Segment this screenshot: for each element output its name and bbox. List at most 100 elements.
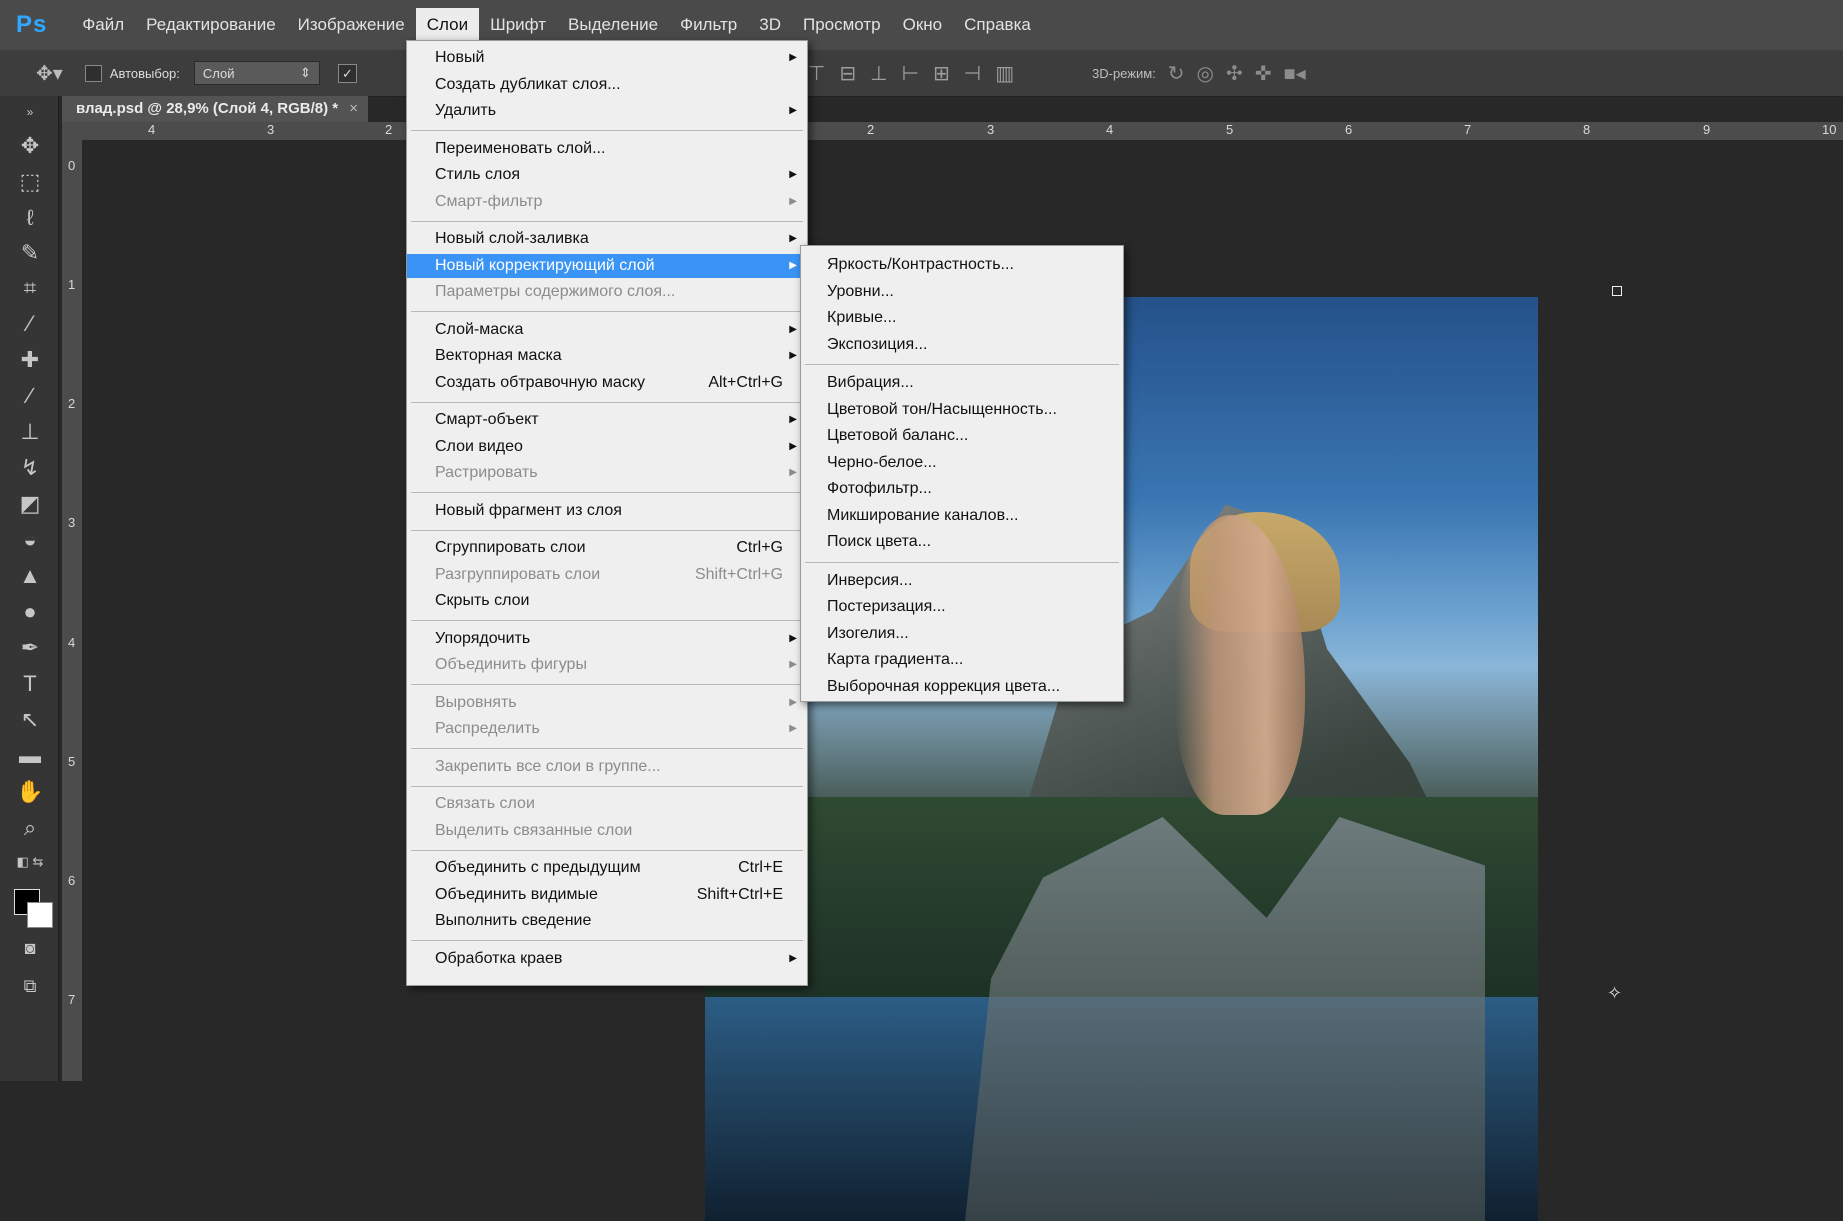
menu-item[interactable]: Выделить связанные слои <box>407 819 807 843</box>
menu-item[interactable]: Кривые... <box>801 306 1123 330</box>
slide-3d-icon[interactable]: ✜ <box>1255 61 1272 86</box>
menu-type[interactable]: Шрифт <box>479 8 557 42</box>
close-tab-icon[interactable]: × <box>349 96 358 122</box>
auto-align-icon[interactable]: ▥ <box>995 61 1014 86</box>
menu-file[interactable]: Файл <box>71 8 135 42</box>
show-transform-checkbox[interactable]: ✓ <box>337 63 357 83</box>
menu-item[interactable]: Черно-белое... <box>801 451 1123 475</box>
menu-item[interactable]: Переименовать слой... <box>407 137 807 161</box>
menu-window[interactable]: Окно <box>892 8 954 42</box>
align-top-icon[interactable]: ⊤ <box>808 61 825 86</box>
menu-item[interactable]: Новый ▶ <box>407 46 807 70</box>
align-left-icon[interactable]: ⊢ <box>902 61 919 86</box>
menu-item[interactable]: Связать слои <box>407 792 807 816</box>
align-center-icon[interactable]: ⊞ <box>933 61 950 86</box>
path-selection-tool-icon[interactable]: ↖ <box>16 706 44 734</box>
screen-mode-icon[interactable]: ⧉ <box>16 972 44 1000</box>
quick-mask-icon[interactable]: ◙ <box>16 934 44 962</box>
rectangle-tool-icon[interactable]: ▬ <box>16 742 44 770</box>
eraser-tool-icon[interactable]: ◩ <box>16 490 44 518</box>
menu-item[interactable]: Сгруппировать слои Ctrl+G <box>407 536 807 560</box>
document-tab[interactable]: влад.psd @ 28,9% (Слой 4, RGB/8) * × <box>62 96 368 122</box>
menu-item[interactable]: Удалить ▶ <box>407 99 807 123</box>
type-tool-icon[interactable]: T <box>16 670 44 698</box>
menu-item[interactable]: Новый корректирующий слой ▶ <box>407 253 807 278</box>
panel-collapse-icon[interactable]: » <box>16 98 44 126</box>
ruler-vertical[interactable]: 0 1 2 3 4 5 6 7 <box>62 140 83 1081</box>
rotate-3d-icon[interactable]: ↻ <box>1168 61 1185 86</box>
menu-item[interactable]: Объединить с предыдущим Ctrl+E <box>407 856 807 880</box>
move-tool-preset-icon[interactable]: ✥▾ <box>36 61 63 86</box>
auto-select-dropdown[interactable]: Слой ⇕ <box>193 61 320 85</box>
move-tool-icon[interactable]: ✥ <box>16 132 44 160</box>
menu-item[interactable]: Обработка краев ▶ <box>407 947 807 971</box>
menu-item[interactable]: Выборочная коррекция цвета... <box>801 675 1123 699</box>
menu-item[interactable]: Распределить ▶ <box>407 717 807 741</box>
auto-select-checkbox[interactable] <box>84 64 102 82</box>
menu-item[interactable]: Смарт-фильтр ▶ <box>407 190 807 214</box>
paint-bucket-tool-icon[interactable]: ◒ <box>16 526 44 554</box>
scale-3d-icon[interactable]: ■◂ <box>1284 61 1306 86</box>
menu-item[interactable]: Слои видео ▶ <box>407 435 807 459</box>
transform-handle[interactable] <box>1612 286 1622 296</box>
ruler-horizontal[interactable]: 4 3 2 2 3 4 5 6 7 8 9 10 <box>62 122 1843 141</box>
menu-item[interactable]: Объединить фигуры ▶ <box>407 653 807 677</box>
history-brush-tool-icon[interactable]: ↯ <box>16 454 44 482</box>
brush-tool-icon[interactable]: ∕ <box>16 382 44 410</box>
menu-item[interactable]: Параметры содержимого слоя... <box>407 280 807 304</box>
menu-item[interactable]: Новый фрагмент из слоя <box>407 499 807 523</box>
menu-item[interactable]: Упорядочить ▶ <box>407 627 807 651</box>
menu-3d[interactable]: 3D <box>748 8 792 42</box>
menu-edit[interactable]: Редактирование <box>135 8 287 42</box>
menu-image[interactable]: Изображение <box>287 8 416 42</box>
menu-item[interactable]: Изогелия... <box>801 622 1123 646</box>
menu-item[interactable]: Разгруппировать слои Shift+Ctrl+G <box>407 563 807 587</box>
quick-select-tool-icon[interactable]: ✎ <box>16 239 44 267</box>
menu-item[interactable]: Выровнять ▶ <box>407 691 807 715</box>
crop-tool-icon[interactable]: ⌗ <box>16 274 44 302</box>
menu-item[interactable]: Новый слой-заливка ▶ <box>407 227 807 251</box>
menu-item[interactable]: Фотофильтр... <box>801 477 1123 501</box>
menu-item[interactable]: Векторная маска ▶ <box>407 344 807 368</box>
menu-item[interactable]: Цветовой баланс... <box>801 424 1123 448</box>
clone-stamp-tool-icon[interactable]: ⊥ <box>16 418 44 446</box>
marquee-tool-icon[interactable]: ⬚ <box>16 168 44 196</box>
dodge-tool-icon[interactable]: ● <box>16 598 44 626</box>
menu-item[interactable]: Смарт-объект ▶ <box>407 408 807 432</box>
menu-item[interactable]: Создать обтравочную маску Alt+Ctrl+G <box>407 371 807 395</box>
menu-item[interactable]: Стиль слоя ▶ <box>407 163 807 187</box>
hand-tool-icon[interactable]: ✋ <box>16 778 44 806</box>
menu-item[interactable]: Объединить видимые Shift+Ctrl+E <box>407 883 807 907</box>
menu-item[interactable]: Яркость/Контрастность... <box>801 253 1123 277</box>
zoom-tool-icon[interactable]: ⌕ <box>16 814 44 842</box>
menu-item[interactable]: Цветовой тон/Насыщенность... <box>801 398 1123 422</box>
blur-tool-icon[interactable]: ▲ <box>16 562 44 590</box>
menu-item[interactable]: Растрировать ▶ <box>407 461 807 485</box>
menu-item[interactable]: Карта градиента... <box>801 648 1123 672</box>
background-color-swatch[interactable] <box>27 902 53 928</box>
menu-item[interactable]: Выполнить сведение <box>407 909 807 933</box>
menu-item[interactable]: Слой-маска ▶ <box>407 318 807 342</box>
menu-view[interactable]: Просмотр <box>792 8 892 42</box>
menu-item[interactable]: Постеризация... <box>801 595 1123 619</box>
menu-item[interactable]: Поиск цвета... <box>801 530 1123 554</box>
swap-colors-icon[interactable]: ◧ ⇆ <box>16 848 44 876</box>
align-bottom-icon[interactable]: ⊥ <box>870 61 887 86</box>
lasso-tool-icon[interactable]: ℓ <box>16 204 44 232</box>
menu-layer[interactable]: Слои <box>415 8 480 42</box>
menu-help[interactable]: Справка <box>953 8 1042 42</box>
menu-item[interactable]: Инверсия... <box>801 569 1123 593</box>
menu-filter[interactable]: Фильтр <box>669 8 748 42</box>
menu-item[interactable]: Создать дубликат слоя... <box>407 73 807 97</box>
menu-item[interactable]: Уровни... <box>801 280 1123 304</box>
healing-brush-tool-icon[interactable]: ✚ <box>16 346 44 374</box>
align-middle-icon[interactable]: ⊟ <box>839 61 856 86</box>
eyedropper-tool-icon[interactable]: ⁄ <box>16 310 44 338</box>
menu-item[interactable]: Закрепить все слои в группе... <box>407 755 807 779</box>
menu-item[interactable]: Скрыть слои <box>407 589 807 613</box>
roll-3d-icon[interactable]: ◎ <box>1197 61 1214 86</box>
menu-item[interactable]: Экспозиция... <box>801 333 1123 357</box>
menu-item[interactable]: Микширование каналов... <box>801 504 1123 528</box>
align-right-icon[interactable]: ⊣ <box>964 61 981 86</box>
menu-item[interactable]: Вибрация... <box>801 371 1123 395</box>
